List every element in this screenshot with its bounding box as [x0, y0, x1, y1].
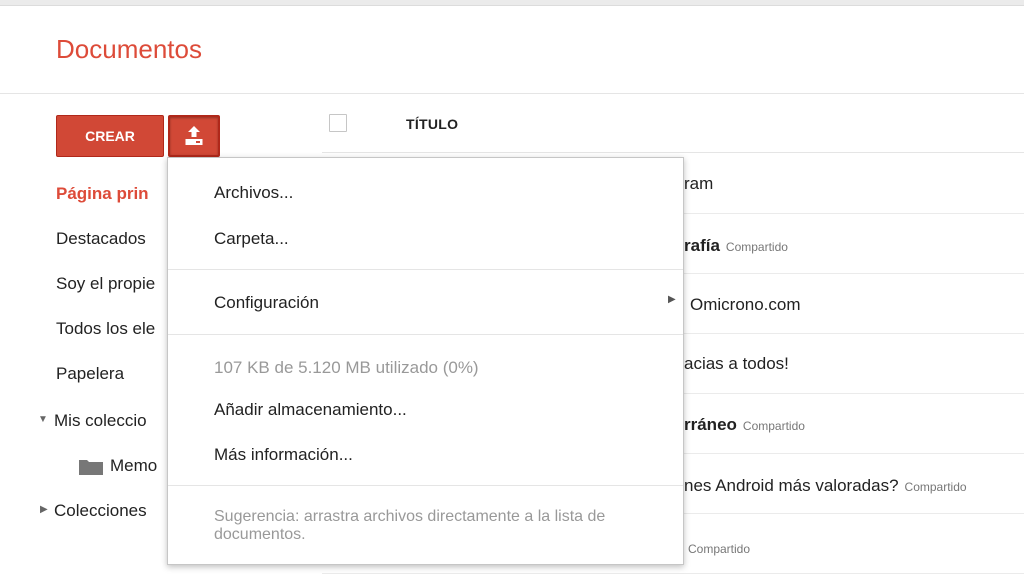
folder-icon: [79, 460, 103, 475]
upload-tip-text: Sugerencia: arrastra archivos directamen…: [214, 508, 606, 543]
document-title[interactable]: Omicrono.com: [690, 295, 801, 315]
sidebar-item-starred[interactable]: Destacados: [56, 229, 146, 249]
shared-label: Compartido: [725, 240, 788, 254]
sidebar-item-my-collections[interactable]: Mis coleccio: [54, 411, 147, 431]
sidebar-item-all-items[interactable]: Todos los ele: [56, 319, 155, 339]
document-title[interactable]: rráneo Compartido: [684, 415, 805, 435]
sidebar-item-trash[interactable]: Papelera: [56, 364, 124, 384]
shared-label: Compartido: [904, 480, 967, 494]
menu-item-more-info[interactable]: Más información...: [214, 445, 353, 465]
upload-icon: [185, 126, 203, 145]
document-title[interactable]: rafía Compartido: [684, 236, 788, 256]
upload-menu: Archivos... Carpeta... Configuración ▶ 1…: [167, 157, 684, 565]
shared-label: Compartido: [688, 542, 751, 556]
menu-item-files[interactable]: Archivos...: [214, 183, 293, 203]
menu-divider: [168, 485, 683, 486]
menu-item-settings[interactable]: Configuración: [214, 293, 319, 313]
menu-item-folder[interactable]: Carpeta...: [214, 229, 289, 249]
app-header: Documentos: [0, 6, 1024, 94]
caret-right-icon[interactable]: ▶: [40, 504, 48, 515]
document-title[interactable]: Compartido: [688, 538, 750, 558]
create-button[interactable]: CREAR: [56, 115, 164, 157]
select-all-checkbox[interactable]: [329, 114, 347, 132]
sidebar-item-owned-by-me[interactable]: Soy el propie: [56, 274, 155, 294]
shared-label: Compartido: [742, 419, 805, 433]
sidebar-item-memo-collection[interactable]: Memo: [110, 456, 157, 476]
caret-down-icon[interactable]: ▼: [38, 414, 48, 425]
menu-divider: [168, 334, 683, 335]
submenu-arrow-icon: ▶: [668, 294, 676, 305]
document-title[interactable]: nes Android más valoradas? Compartido: [684, 476, 967, 496]
storage-usage-text: 107 KB de 5.120 MB utilizado (0%): [214, 358, 479, 377]
page-title: Documentos: [56, 34, 202, 64]
sidebar-item-home[interactable]: Página prin: [56, 184, 149, 204]
menu-divider: [168, 269, 683, 270]
document-title[interactable]: ram: [684, 174, 713, 194]
document-title[interactable]: acias a todos!: [684, 354, 789, 374]
menu-item-add-storage[interactable]: Añadir almacenamiento...: [214, 400, 407, 420]
column-title-header[interactable]: TÍTULO: [406, 116, 458, 132]
upload-button[interactable]: [168, 115, 220, 157]
sidebar-item-collections[interactable]: Colecciones: [54, 501, 147, 521]
